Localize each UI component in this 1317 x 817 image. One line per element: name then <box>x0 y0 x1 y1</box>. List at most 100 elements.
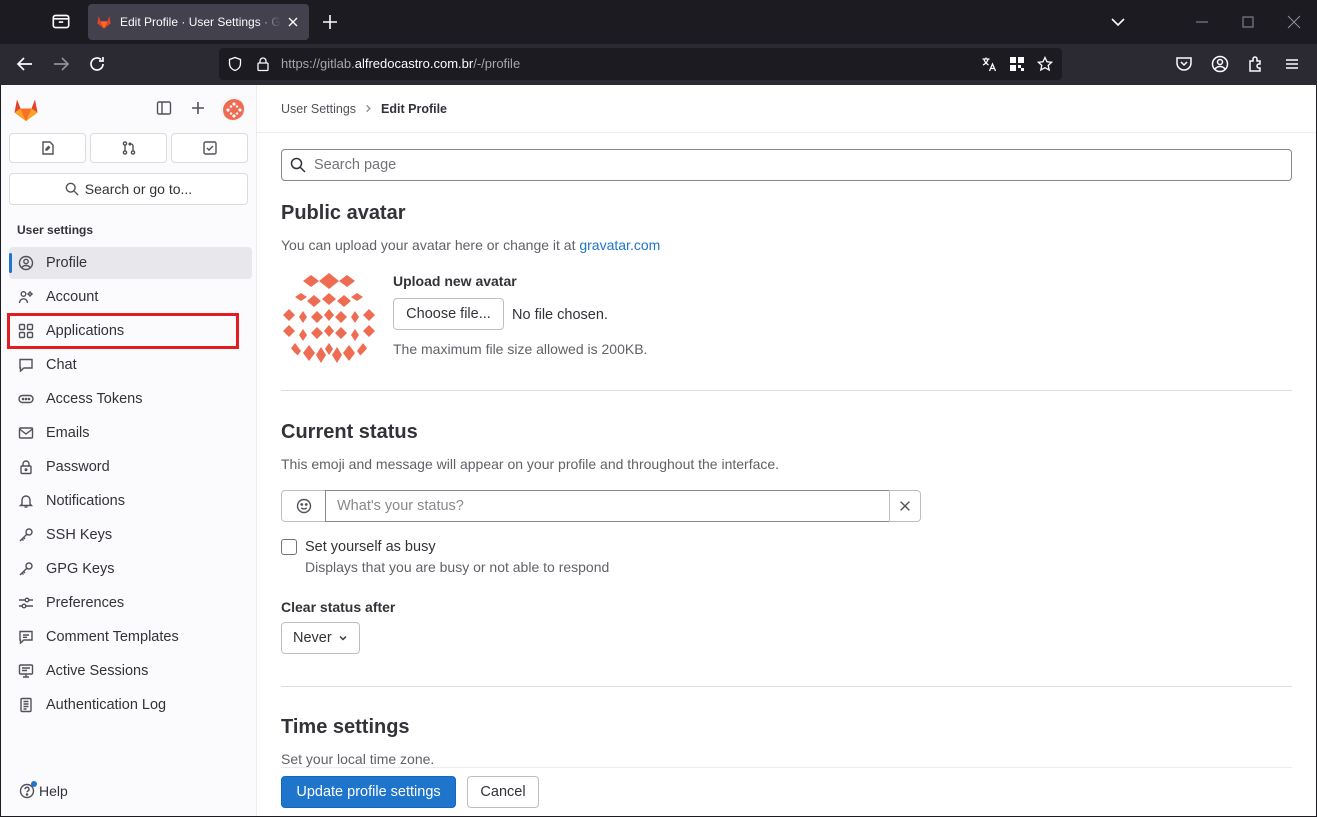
smiley-icon <box>296 498 311 514</box>
forward-icon[interactable] <box>51 54 71 74</box>
sidebar: Search or go to... User settings Profile… <box>1 85 257 816</box>
sticky-footer-divider <box>281 767 1292 768</box>
current-status-heading: Current status <box>281 421 418 443</box>
create-new-icon[interactable] <box>190 100 206 116</box>
sidebar-nav: Profile Account Applications Chat Access… <box>9 247 252 723</box>
url-path: /-/profile <box>473 56 521 71</box>
clear-status-after-dropdown[interactable]: Never <box>281 622 360 654</box>
sidebar-item-emails[interactable]: Emails <box>9 417 252 449</box>
page-content: Search or go to... User settings Profile… <box>1 85 1316 816</box>
sidebar-item-ssh-keys[interactable]: SSH Keys <box>9 519 252 551</box>
sidebar-item-preferences[interactable]: Preferences <box>9 587 252 619</box>
pocket-icon[interactable] <box>1174 54 1194 74</box>
gitlab-logo-icon[interactable] <box>13 97 39 123</box>
current-avatar-image <box>281 271 377 367</box>
search-page-input[interactable]: Search page <box>281 149 1292 181</box>
shield-icon[interactable] <box>227 56 243 72</box>
maximize-icon[interactable] <box>1238 12 1258 32</box>
menu-icon[interactable] <box>1282 54 1302 74</box>
sidebar-item-label: Authentication Log <box>46 697 167 713</box>
sidebar-item-label: Preferences <box>46 595 125 611</box>
minimize-icon[interactable] <box>1192 12 1212 32</box>
issues-icon <box>41 141 54 155</box>
gitlab-favicon-icon <box>97 16 111 29</box>
extensions-icon[interactable] <box>1246 54 1266 74</box>
chat-icon <box>19 358 33 373</box>
search-or-go-to-label: Search or go to... <box>84 181 193 197</box>
tab-title: Edit Profile · User Settings · GitLab <box>120 15 281 29</box>
public-avatar-heading: Public avatar <box>281 202 406 224</box>
cancel-button[interactable]: Cancel <box>467 776 539 808</box>
help-button[interactable]: Help <box>19 781 68 799</box>
clear-status-after-value: Never <box>293 630 332 646</box>
chevron-down-icon[interactable] <box>1108 12 1128 32</box>
profile-icon <box>18 255 34 271</box>
status-message-input[interactable] <box>325 490 890 522</box>
breadcrumb-edit-profile[interactable]: Edit Profile <box>381 102 447 116</box>
sidebar-item-password[interactable]: Password <box>9 451 252 483</box>
sidebar-item-active-sessions[interactable]: Active Sessions <box>9 655 252 687</box>
merge-requests-button[interactable] <box>90 133 167 163</box>
max-file-size-text: The maximum file size allowed is 200KB. <box>393 341 648 357</box>
url-text[interactable]: https://gitlab.alfredocastro.com.br/-/pr… <box>281 56 520 71</box>
back-icon[interactable] <box>15 54 35 74</box>
no-file-chosen-text: No file chosen. <box>512 307 608 323</box>
window-close-icon[interactable] <box>1284 12 1304 32</box>
search-icon <box>65 182 79 196</box>
sidebar-item-account[interactable]: Account <box>9 281 252 313</box>
sidebar-item-chat[interactable]: Chat <box>9 349 252 381</box>
issues-button[interactable] <box>9 133 86 163</box>
emoji-picker-button[interactable] <box>281 490 326 522</box>
sidebar-item-label: SSH Keys <box>46 527 113 543</box>
section-divider <box>281 390 1292 391</box>
help-notification-dot <box>31 781 37 787</box>
busy-label[interactable]: Set yourself as busy <box>305 539 436 555</box>
sidebar-item-label: Applications <box>46 323 125 339</box>
url-host: alfredocastro.com.br <box>354 56 474 71</box>
sidebar-item-access-tokens[interactable]: Access Tokens <box>9 383 252 415</box>
user-avatar[interactable] <box>221 97 245 121</box>
log-icon <box>20 697 32 713</box>
section-divider <box>281 686 1292 687</box>
sidebar-item-label: Notifications <box>46 493 125 509</box>
monitor-icon <box>18 664 34 678</box>
update-profile-button[interactable]: Update profile settings <box>281 776 456 808</box>
sidebar-item-gpg-keys[interactable]: GPG Keys <box>9 553 252 585</box>
tab-close-icon[interactable] <box>285 14 301 30</box>
search-or-go-to-button[interactable]: Search or go to... <box>9 173 248 205</box>
busy-checkbox[interactable] <box>281 539 297 555</box>
sidebar-item-applications[interactable]: Applications <box>9 315 252 347</box>
sidebar-item-comment-templates[interactable]: Comment Templates <box>9 621 252 653</box>
browser-tab-active[interactable]: Edit Profile · User Settings · GitLab <box>88 4 309 40</box>
translate-icon[interactable] <box>981 56 997 72</box>
choose-file-button[interactable]: Choose file... <box>393 298 504 330</box>
url-prefix: https://gitlab. <box>281 56 355 71</box>
sidebar-item-label: Emails <box>46 425 90 441</box>
tab-list-icon[interactable] <box>50 10 72 32</box>
todos-button[interactable] <box>171 133 248 163</box>
mail-icon <box>18 427 34 439</box>
clear-status-after-label: Clear status after <box>281 599 396 615</box>
reload-icon[interactable] <box>87 54 107 74</box>
new-tab-icon[interactable] <box>320 12 340 32</box>
sidebar-item-notifications[interactable]: Notifications <box>9 485 252 517</box>
merge-request-icon <box>122 141 135 155</box>
main-content: User Settings Edit Profile Search page P… <box>257 85 1316 816</box>
account-icon[interactable] <box>1210 54 1230 74</box>
avatar-desc-text: You can upload your avatar here or chang… <box>281 237 580 253</box>
sidebar-item-authentication-log[interactable]: Authentication Log <box>9 689 252 721</box>
breadcrumb-user-settings[interactable]: User Settings <box>281 102 356 116</box>
current-status-description: This emoji and message will appear on yo… <box>281 456 780 472</box>
toggle-sidebar-icon[interactable] <box>156 100 172 116</box>
clear-status-button[interactable] <box>889 490 921 522</box>
sidebar-item-profile[interactable]: Profile <box>9 247 252 279</box>
lock-icon <box>20 460 32 475</box>
close-icon <box>900 501 910 511</box>
gravatar-link[interactable]: gravatar.com <box>579 237 660 253</box>
lock-icon[interactable] <box>255 56 271 72</box>
sidebar-item-label: Access Tokens <box>46 391 143 407</box>
address-bar[interactable]: https://gitlab.alfredocastro.com.br/-/pr… <box>219 48 1062 80</box>
status-input-group <box>281 490 921 522</box>
bookmark-star-icon[interactable] <box>1036 55 1054 72</box>
qr-code-icon[interactable] <box>1009 56 1025 72</box>
